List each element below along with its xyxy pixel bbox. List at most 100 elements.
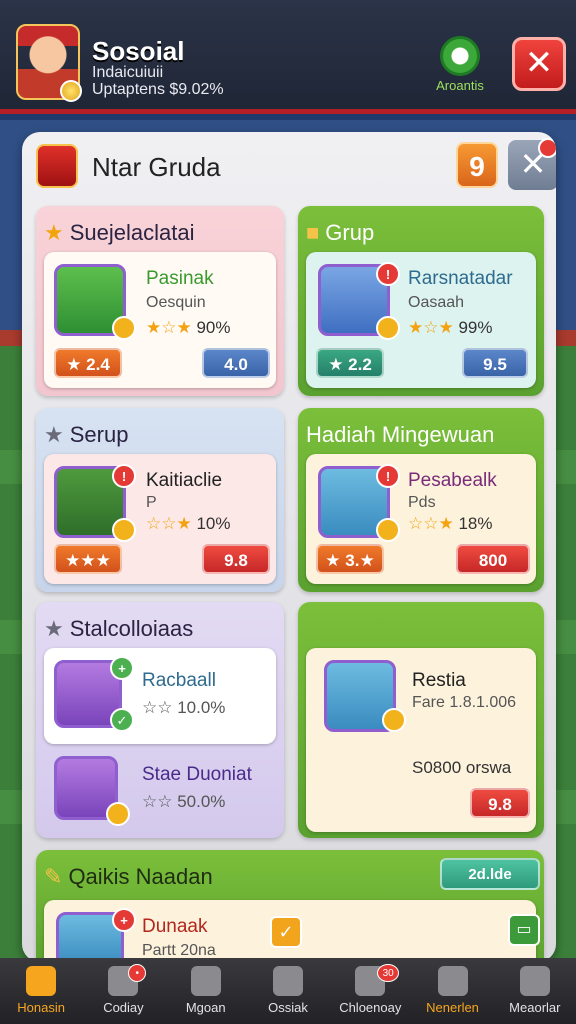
nav-label: Meaorlar bbox=[509, 1000, 561, 1015]
friend-name: Kaitiaclie bbox=[146, 470, 223, 491]
coin-icon bbox=[376, 316, 400, 340]
section-title: Grup bbox=[325, 220, 375, 245]
section-header: ★ Stalcolloiaas bbox=[44, 610, 276, 648]
coin-pill[interactable]: 800 bbox=[456, 544, 530, 574]
coin-icon bbox=[382, 708, 406, 732]
rating-stars: ★☆★ bbox=[146, 318, 192, 337]
friend-card[interactable]: ! Pesabealk Pds ☆☆★ 18% ★ 3.★ 800 bbox=[306, 454, 536, 584]
nav-label: Chloenoay bbox=[339, 1000, 402, 1015]
nav-item-settings[interactable]: Ossiak bbox=[247, 958, 329, 1024]
main-panel: Ntar Gruda 9 ✕ ★ Suejelaclatai Pasinak O… bbox=[22, 132, 556, 962]
friend-card[interactable]: ! Kaitiaclie P ☆☆★ 10% ★★★ 9.8 bbox=[44, 454, 276, 584]
home-icon bbox=[26, 966, 57, 996]
nav-item-profile[interactable]: Mgoan bbox=[165, 958, 247, 1024]
rating-percent: 90% bbox=[196, 318, 231, 337]
friend-status: Oesquin bbox=[146, 294, 206, 311]
nav-item-groups[interactable]: Meaorlar bbox=[494, 958, 576, 1024]
rating-percent: 99% bbox=[458, 318, 493, 337]
friends-icon bbox=[437, 966, 468, 996]
star-icon: ★ bbox=[44, 220, 64, 245]
section-grup: ■ Grup ! Rarsnatadar Oasaah ★☆★ 99% ★ 2.… bbox=[298, 206, 544, 396]
coin-icon bbox=[112, 316, 136, 340]
level-pill[interactable]: ★ 3.★ bbox=[316, 544, 384, 574]
chat-icon[interactable]: ▭ bbox=[508, 914, 540, 946]
score-pill[interactable]: 9.8 bbox=[202, 544, 270, 574]
achievements-label: Aroantis bbox=[436, 78, 484, 93]
friend-rating: ★☆★ 99% bbox=[408, 318, 493, 338]
coin-icon bbox=[376, 518, 400, 542]
friend-name: Dunaak bbox=[142, 916, 208, 937]
folder-icon: ■ bbox=[306, 220, 320, 245]
rating-stars: ☆☆★ bbox=[408, 514, 454, 533]
nav-label: Honasin bbox=[17, 1000, 65, 1015]
coin-icon bbox=[112, 518, 136, 542]
section-suejelaclatai: ★ Suejelaclatai Pasinak Oesquin ★☆★ 90% … bbox=[36, 206, 284, 396]
rating-stars: ★☆★ bbox=[408, 318, 454, 337]
nav-item-messages[interactable]: 30 Chloenoay bbox=[329, 958, 411, 1024]
score-pill[interactable]: 4.0 bbox=[202, 348, 270, 378]
reward-detail: Fare 1.8.1.006 bbox=[412, 694, 517, 711]
section-reward: Restia Fare 1.8.1.006 S0800 orswa 9.8 bbox=[298, 602, 544, 838]
nav-item-friends[interactable]: Nenerlen bbox=[411, 958, 493, 1024]
friend-rating: ★☆★ 90% bbox=[146, 318, 231, 338]
count-badge[interactable]: 9 bbox=[456, 142, 498, 188]
section-stalcolloiaas: ★ Stalcolloiaas + ✓ Racbaall ☆☆ 10.0% St… bbox=[36, 602, 284, 838]
notification-icon: ! bbox=[112, 464, 136, 488]
friend-card[interactable]: + Dunaak Partt 20na ✓ ▭ bbox=[44, 900, 540, 962]
reward-card[interactable]: Restia Fare 1.8.1.006 S0800 orswa 9.8 bbox=[306, 648, 536, 832]
score-pill[interactable]: 9.5 bbox=[462, 348, 528, 378]
level-pill[interactable]: ★ 2.2 bbox=[316, 348, 384, 378]
friend-name: Racbaall bbox=[142, 670, 216, 691]
bottom-nav: Honasin • Codiay Mgoan Ossiak 30 Chloeno… bbox=[0, 958, 576, 1024]
close-button[interactable]: ✕ bbox=[512, 37, 566, 91]
friend-card[interactable]: + ✓ Racbaall ☆☆ 10.0% bbox=[44, 648, 276, 744]
player-name: Sosoial bbox=[92, 36, 185, 66]
level-pill[interactable]: ★ 2.4 bbox=[54, 348, 122, 378]
notification-badge: • bbox=[128, 964, 147, 982]
friend-name: Stae Duoniat bbox=[142, 764, 252, 785]
friend-status: P bbox=[146, 494, 157, 511]
nav-item-home[interactable]: Honasin bbox=[0, 958, 82, 1024]
friend-card[interactable]: ! Rarsnatadar Oasaah ★☆★ 99% ★ 2.2 9.5 bbox=[306, 252, 536, 388]
nav-item-chat[interactable]: • Codiay bbox=[82, 958, 164, 1024]
section-qaikis-naadan: ✎ Qaikis Naadan 2d.lde + Dunaak Partt 20… bbox=[36, 850, 544, 962]
confirm-icon[interactable]: ✓ bbox=[270, 916, 302, 948]
star-icon: ★ bbox=[44, 422, 64, 447]
nav-label: Ossiak bbox=[268, 1000, 308, 1015]
star-icon: ★ bbox=[44, 616, 64, 641]
friend-name: Rarsnatadar bbox=[408, 268, 513, 289]
top-bar: Sosoial Indaicuiuii Uptaptens $9.02% Aro… bbox=[0, 0, 576, 114]
section-serup: ★ Serup ! Kaitiaclie P ☆☆★ 10% ★★★ 9.8 bbox=[36, 408, 284, 592]
rating-stars: ☆☆★ bbox=[146, 514, 192, 533]
reward-text: S0800 orswa bbox=[412, 758, 512, 777]
add-button[interactable]: 2d.lde bbox=[440, 858, 540, 890]
rating-percent: 18% bbox=[458, 514, 493, 533]
friend-row[interactable]: Stae Duoniat ☆☆ 50.0% bbox=[44, 750, 276, 830]
friend-status: Oasaah bbox=[408, 294, 465, 311]
coin-icon bbox=[106, 802, 130, 826]
claim-pill[interactable]: 9.8 bbox=[470, 788, 530, 818]
section-header: Hadiah Mingewuan bbox=[306, 416, 536, 454]
reward-name: Restia bbox=[412, 670, 466, 691]
player-subtitle: Indaicuiuii bbox=[92, 64, 164, 81]
section-title: Hadiah Mingewuan bbox=[306, 422, 495, 447]
achievement-icon bbox=[440, 36, 480, 76]
player-stats: Uptaptens $9.02% bbox=[92, 81, 224, 98]
friend-rating: ☆☆ 50.0% bbox=[142, 792, 226, 811]
section-title: Serup bbox=[69, 422, 129, 447]
person-icon bbox=[190, 966, 221, 996]
gift-box-icon bbox=[36, 144, 78, 188]
achievements-button[interactable]: Aroantis bbox=[432, 36, 488, 93]
section-hadiah-mingewuan: Hadiah Mingewuan ! Pesabealk Pds ☆☆★ 18%… bbox=[298, 408, 544, 592]
pencil-icon: ✎ bbox=[44, 864, 63, 889]
gear-icon bbox=[272, 966, 303, 996]
notification-icon: ! bbox=[376, 262, 400, 286]
notification-badge: 30 bbox=[377, 964, 400, 982]
section-title: Suejelaclatai bbox=[69, 220, 195, 245]
section-header: ■ Grup bbox=[306, 214, 536, 252]
friend-card[interactable]: Pasinak Oesquin ★☆★ 90% ★ 2.4 4.0 bbox=[44, 252, 276, 388]
group-icon bbox=[519, 966, 550, 996]
section-title: Stalcolloiaas bbox=[69, 616, 194, 641]
friend-name: Pesabealk bbox=[408, 470, 497, 491]
level-pill[interactable]: ★★★ bbox=[54, 544, 122, 574]
